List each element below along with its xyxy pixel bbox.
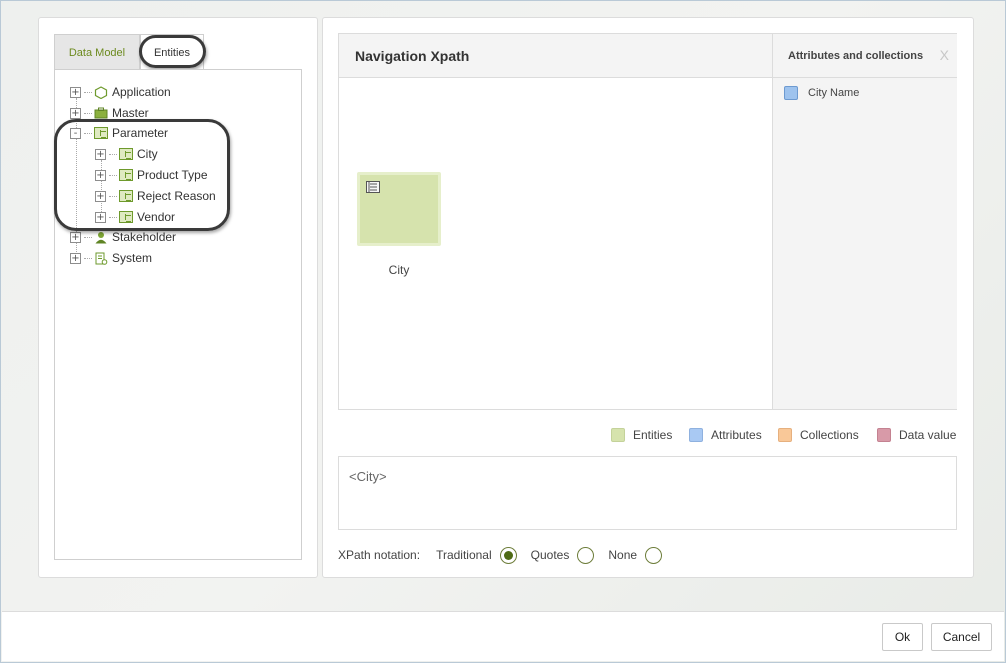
xpath-panel: Navigation Xpath City Attributes and col…: [322, 17, 974, 578]
briefcase-icon: [94, 107, 108, 119]
attribute-label: City Name: [808, 87, 860, 99]
parameter-children-highlight: [54, 119, 230, 231]
entity-node-city[interactable]: [357, 172, 441, 246]
attributes-title: Attributes and collections: [773, 34, 957, 78]
tree-connector: [84, 112, 92, 114]
tree-node-application[interactable]: + Application: [70, 83, 171, 101]
tree-node-system[interactable]: + System: [70, 249, 152, 267]
legend-collections: Collections: [778, 427, 859, 443]
legend-label: Entities: [633, 428, 673, 442]
xpath-notation-options: XPath notation: Traditional Quotes None: [338, 545, 676, 565]
navigation-title: Navigation Xpath: [339, 34, 772, 78]
tree-connector: [84, 257, 92, 259]
legend-entities: Entities: [611, 427, 672, 443]
tree-node-label: System: [112, 251, 153, 265]
notation-label: XPath notation:: [338, 548, 421, 562]
system-doc-icon: [94, 252, 108, 265]
legend-swatch: [689, 428, 703, 442]
legend-label: Collections: [800, 428, 859, 442]
hexagon-icon: [94, 86, 108, 100]
legend-swatch: [611, 428, 625, 442]
tree-node-label: Application: [112, 85, 171, 99]
attributes-panel: Attributes and collections X City Name: [772, 34, 957, 409]
tree-connector: [84, 236, 92, 238]
notation-option-label: Traditional: [436, 548, 492, 562]
attribute-swatch: [784, 86, 798, 100]
legend-attributes: Attributes: [689, 427, 762, 443]
entity-table-icon: [366, 181, 380, 193]
radio-none[interactable]: [645, 546, 663, 564]
radio-quotes[interactable]: [577, 546, 595, 564]
expand-toggle[interactable]: +: [70, 86, 81, 98]
tree-node-label: Stakeholder: [112, 230, 177, 244]
legend-swatch: [778, 428, 792, 442]
expand-toggle[interactable]: +: [70, 231, 81, 243]
person-icon: [94, 231, 108, 244]
tree-node-label: Master: [112, 106, 149, 120]
dialog-footer: Ok Cancel: [2, 611, 1004, 661]
radio-selected-dot: [503, 550, 513, 560]
tab-data-model[interactable]: Data Model: [54, 34, 140, 70]
navigation-area: Navigation Xpath City Attributes and col…: [338, 33, 957, 410]
entities-tab-highlight: [139, 35, 206, 68]
legend-data-value: Data value: [877, 427, 956, 443]
attribute-item-city-name[interactable]: City Name: [784, 86, 859, 100]
cancel-button[interactable]: Cancel: [931, 623, 992, 651]
legend-swatch: [877, 428, 891, 442]
expand-toggle[interactable]: +: [70, 107, 81, 119]
legend-label: Data value: [899, 428, 957, 442]
tree-panel: Data Model Entities + Application + Mast…: [38, 17, 318, 578]
dialog-frame: Data Model Entities + Application + Mast…: [0, 0, 1006, 663]
close-icon[interactable]: X: [940, 47, 949, 63]
notation-option-label: None: [608, 548, 638, 562]
xpath-output-field[interactable]: <City>: [338, 456, 957, 530]
tree-connector: [84, 91, 92, 93]
expand-toggle[interactable]: +: [70, 252, 81, 264]
notation-option-label: Quotes: [530, 548, 570, 562]
legend-label: Attributes: [711, 428, 762, 442]
entity-node-label: City: [388, 263, 410, 277]
ok-button[interactable]: Ok: [882, 623, 923, 651]
radio-traditional[interactable]: [499, 546, 517, 564]
